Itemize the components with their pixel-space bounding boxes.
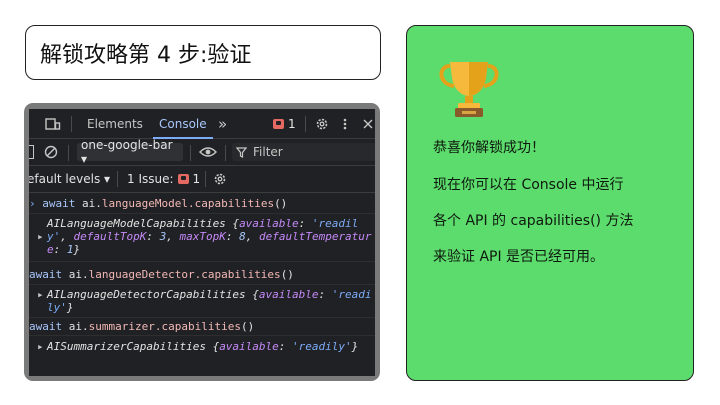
devtools-tabbar: Elements Console » 1 <box>29 109 375 139</box>
success-message: 恭喜你解锁成功！ <box>433 140 545 156</box>
console-result-line: e: 1} <box>47 243 81 256</box>
tab-elements[interactable]: Elements <box>87 109 143 139</box>
close-icon[interactable] <box>363 109 373 139</box>
instruction-line: 现在你可以在 Console 中运行 <box>433 177 624 193</box>
success-panel: 恭喜你解锁成功！ 现在你可以在 Console 中运行 各个 API 的 cap… <box>406 25 694 381</box>
console-input-line: await ai.languageDetector.capabilities() <box>29 268 294 281</box>
page-title-text: 解锁攻略第 4 步:验证 <box>40 42 252 68</box>
context-select[interactable]: one-google-bar ▾ <box>77 138 183 166</box>
console-result-line: y', defaultTopK: 3, maxTopK: 8, defaultT… <box>47 230 372 243</box>
more-tabs-button[interactable]: » <box>218 109 227 139</box>
expand-triangle-icon[interactable]: ▸ <box>37 340 44 353</box>
issue-icon <box>177 174 189 184</box>
device-toolbar-icon[interactable] <box>45 109 61 139</box>
page-title: 解锁攻略第 4 步:验证 <box>25 25 381 80</box>
filter-icon <box>236 146 247 158</box>
instruction-line: 来验证 API 是否已经可用。 <box>433 249 605 265</box>
inspect-icon[interactable] <box>29 109 37 139</box>
expand-triangle-icon[interactable]: ▸ <box>37 288 44 301</box>
expand-triangle-icon[interactable]: ▸ <box>37 230 44 243</box>
console-settings-gear-icon[interactable] <box>213 172 227 189</box>
console-input-line: await ai.summarizer.capabilities() <box>29 320 255 333</box>
issues-counter[interactable]: 1 Issue: 1 <box>127 172 200 186</box>
filter-input[interactable]: Filter <box>232 143 375 161</box>
log-levels-select[interactable]: efault levels ▾ <box>29 172 110 186</box>
sidebar-toggle-icon[interactable] <box>29 145 34 159</box>
console-input-line: › await ai.languageModel.capabilities() <box>29 197 288 210</box>
prompt-arrow-icon: › <box>29 197 36 210</box>
console-toolbar-2: efault levels ▾ 1 Issue: 1 <box>29 166 375 192</box>
console-result-line: AILanguageModelCapabilities {available: … <box>47 217 359 230</box>
devtools-screenshot: Elements Console » 1 one-google-bar ▾ Fi… <box>24 103 380 381</box>
console-result-line: ly'} <box>47 301 74 314</box>
devtools-panel: Elements Console » 1 one-google-bar ▾ Fi… <box>29 109 375 376</box>
tab-console[interactable]: Console <box>159 109 207 139</box>
instruction-line: 各个 API 的 capabilities() 方法 <box>433 213 634 229</box>
trophy-icon <box>439 62 499 117</box>
console-result-line: AILanguageDetectorCapabilities {availabl… <box>47 288 372 301</box>
kebab-menu-icon[interactable] <box>343 109 347 139</box>
issue-icon <box>273 119 284 129</box>
console-result-line: AISummarizerCapabilities {available: 're… <box>47 340 359 353</box>
settings-gear-icon[interactable] <box>315 109 329 139</box>
eye-icon[interactable] <box>199 145 217 162</box>
issues-counter-top[interactable]: 1 <box>273 109 296 139</box>
console-toolbar: one-google-bar ▾ Filter <box>29 138 375 166</box>
clear-console-icon[interactable] <box>44 145 58 162</box>
